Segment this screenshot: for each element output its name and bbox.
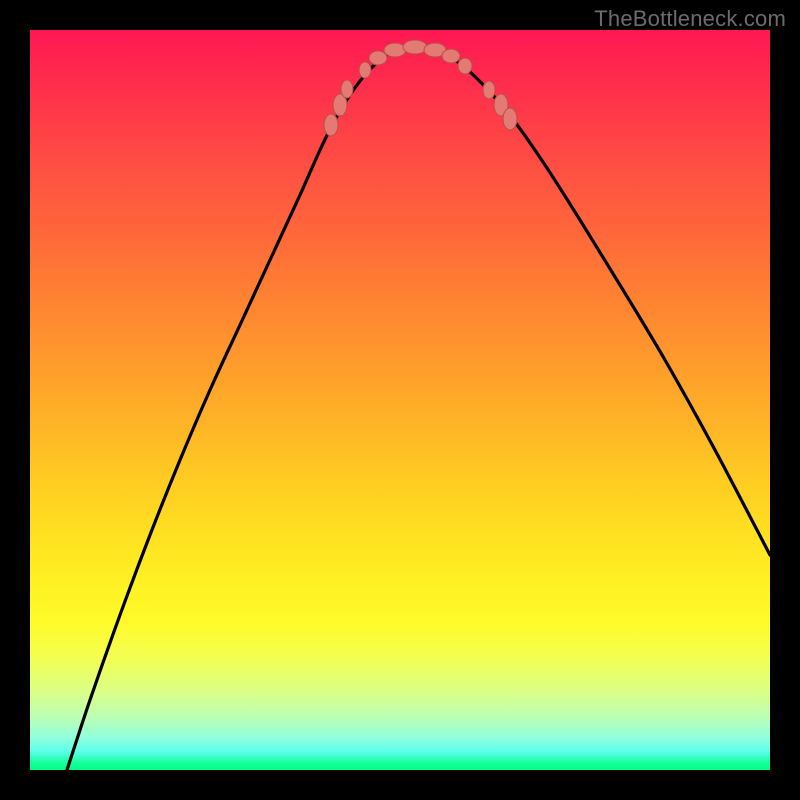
curve-marker [324,114,338,136]
bottleneck-curve [67,45,770,770]
plot-area [30,30,770,770]
outer-frame: TheBottleneck.com [0,0,800,800]
curve-marker [483,81,495,99]
curve-marker [403,40,427,54]
curve-marker [369,51,387,65]
markers-group [324,40,517,136]
curve-marker [503,108,517,130]
curve-marker [341,80,353,98]
curve-marker [359,62,371,78]
curve-marker [442,49,460,63]
curve-svg [30,30,770,770]
attribution-label: TheBottleneck.com [594,6,786,32]
curve-marker [458,58,472,74]
curve-marker [384,43,406,57]
